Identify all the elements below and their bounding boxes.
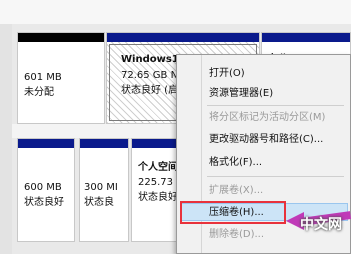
partition-bar bbox=[262, 33, 350, 42]
menu-item-mark-active[interactable]: 将分区标记为活动分区(M) bbox=[209, 111, 325, 124]
partition-unallocated[interactable]: 601 MB 未分配 bbox=[17, 32, 105, 124]
partition-status: 状态良好 bbox=[138, 192, 178, 203]
menu-item-format[interactable]: 格式化(F)... bbox=[209, 156, 262, 169]
window-top-strip bbox=[0, 0, 351, 24]
menu-separator bbox=[207, 176, 344, 177]
partition-bar bbox=[80, 139, 128, 148]
partition-bar bbox=[107, 33, 259, 42]
partition-status: 状态良好 bbox=[24, 197, 64, 208]
partition-size: 225.73 bbox=[138, 177, 173, 188]
partition-bar bbox=[18, 33, 104, 42]
menu-item-delete-volume[interactable]: 删除卷(D)... bbox=[209, 228, 264, 241]
menu-separator bbox=[207, 105, 344, 106]
menu-item-extend-volume[interactable]: 扩展卷(X)... bbox=[209, 184, 263, 197]
partition-size: 600 MB bbox=[24, 182, 62, 193]
menu-item-open[interactable]: 打开(O) bbox=[209, 67, 245, 80]
partition-personal-space[interactable]: 个人空间 225.73 状态良好 bbox=[131, 138, 181, 242]
callout-box bbox=[180, 201, 286, 224]
partition-size: 601 MB bbox=[24, 72, 62, 83]
partition-status: 状态良好 (启 bbox=[121, 85, 179, 96]
partition-status: 状态良 bbox=[84, 197, 114, 208]
menu-item-explorer[interactable]: 资源管理器(E) bbox=[209, 87, 273, 100]
partition-size: 72.65 GB N bbox=[121, 70, 179, 81]
disk-label-column bbox=[0, 24, 12, 254]
partition-name: 个人空间 bbox=[138, 162, 178, 173]
menu-item-change-drive-letter[interactable]: 更改驱动器号和路径(C)... bbox=[209, 133, 323, 146]
partition-size: 300 MI bbox=[84, 182, 118, 193]
partition-status: 未分配 bbox=[24, 87, 54, 98]
partition-bar bbox=[18, 139, 74, 148]
partition-300mb[interactable]: 300 MI 状态良 bbox=[79, 138, 129, 242]
partition-600mb[interactable]: 600 MB 状态良好 bbox=[17, 138, 75, 242]
watermark: 中文网 bbox=[300, 217, 342, 233]
partition-bar bbox=[132, 139, 180, 148]
